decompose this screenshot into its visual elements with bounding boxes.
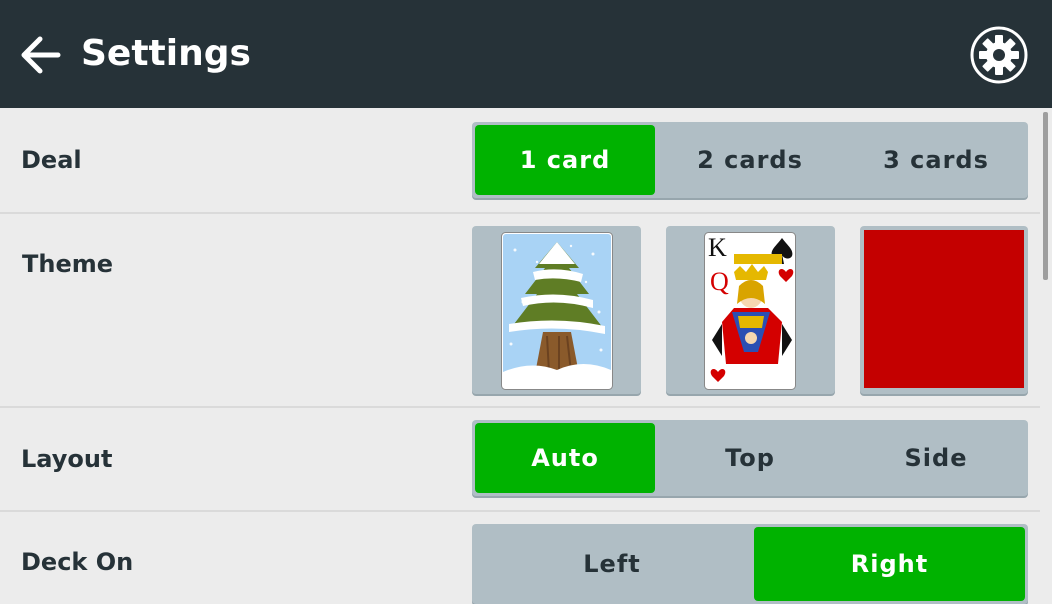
deal-option-2-cards[interactable]: 2 cards	[658, 122, 842, 198]
deck-on-label: Deck On	[21, 548, 134, 576]
app-header: Settings	[0, 0, 1052, 108]
gear-icon[interactable]	[970, 26, 1028, 84]
row-divider	[0, 212, 1040, 214]
svg-text:K: K	[708, 233, 727, 262]
theme-option-snowy-tree[interactable]	[472, 226, 641, 394]
theme-option-solid-red[interactable]	[860, 226, 1028, 394]
theme-option-classic-faces[interactable]: K Q	[666, 226, 835, 394]
deck-on-option-right[interactable]: Right	[754, 527, 1025, 601]
layout-segmented-control: Auto Top Side	[472, 420, 1028, 496]
deal-label: Deal	[21, 146, 82, 174]
solid-red-card-swatch	[864, 230, 1024, 388]
layout-option-auto[interactable]: Auto	[475, 423, 655, 493]
page-title: Settings	[81, 33, 251, 74]
deal-option-1-card[interactable]: 1 card	[475, 125, 655, 195]
layout-label: Layout	[21, 445, 113, 473]
row-divider	[0, 406, 1040, 408]
deal-option-3-cards[interactable]: 3 cards	[844, 122, 1028, 198]
row-divider	[0, 510, 1040, 512]
king-queen-card-icon: K Q	[704, 232, 796, 390]
layout-option-side[interactable]: Side	[844, 420, 1028, 496]
svg-text:Q: Q	[710, 267, 729, 296]
deal-segmented-control: 1 card 2 cards 3 cards	[472, 122, 1028, 198]
layout-option-top[interactable]: Top	[658, 420, 842, 496]
deck-on-segmented-control: Left Right	[472, 524, 1028, 604]
snowy-tree-card-icon	[501, 232, 613, 390]
scrollbar[interactable]	[1043, 112, 1048, 280]
theme-label: Theme	[22, 250, 114, 278]
deck-on-option-left[interactable]: Left	[472, 524, 752, 604]
arrow-left-icon[interactable]	[20, 34, 62, 76]
